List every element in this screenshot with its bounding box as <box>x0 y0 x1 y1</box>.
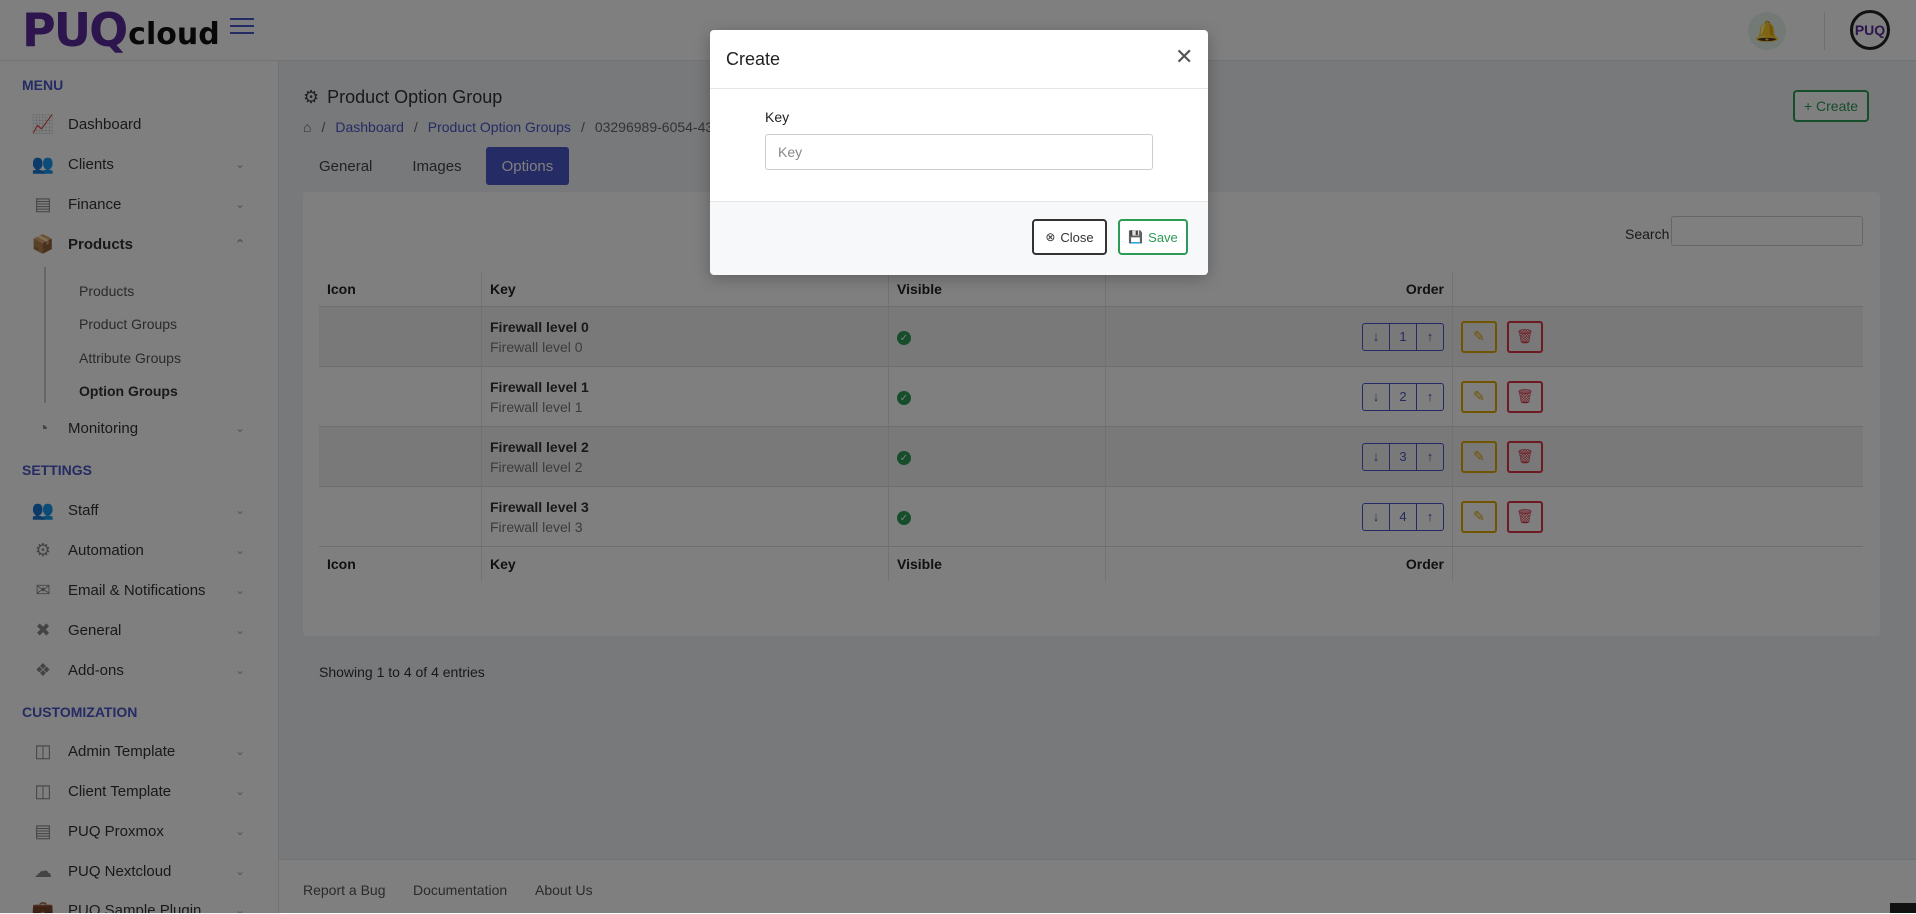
close-button[interactable]: ⊗ Close <box>1032 219 1107 255</box>
x-circle-icon: ⊗ <box>1045 230 1056 244</box>
corner-widget <box>1890 903 1916 913</box>
modal-header: Create ✕ <box>710 30 1208 89</box>
save-button[interactable]: 💾 Save <box>1118 219 1188 255</box>
close-icon[interactable]: ✕ <box>1175 46 1193 68</box>
floppy-icon: 💾 <box>1128 230 1144 244</box>
close-button-label: Close <box>1060 229 1094 245</box>
save-button-label: Save <box>1148 229 1178 245</box>
key-label: Key <box>765 109 790 125</box>
modal-footer: ⊗ Close 💾 Save <box>710 201 1208 275</box>
create-modal: Create ✕ Key ⊗ Close 💾 Save <box>710 30 1208 275</box>
modal-title: Create <box>726 49 781 69</box>
key-input[interactable] <box>765 134 1153 170</box>
